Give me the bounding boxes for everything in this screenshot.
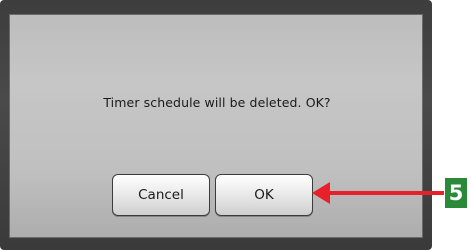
- step-number-badge: 5: [445, 178, 467, 208]
- device-bezel: Timer schedule will be deleted. OK? Canc…: [0, 0, 432, 250]
- dialog-message: Timer schedule will be deleted. OK?: [103, 95, 331, 110]
- pointer-arrow: [328, 191, 444, 195]
- cancel-button[interactable]: Cancel: [112, 174, 210, 216]
- ok-button[interactable]: OK: [215, 174, 313, 216]
- screenshot-stage: Timer schedule will be deleted. OK? Canc…: [0, 0, 471, 250]
- confirmation-dialog: Timer schedule will be deleted. OK? Canc…: [9, 14, 423, 238]
